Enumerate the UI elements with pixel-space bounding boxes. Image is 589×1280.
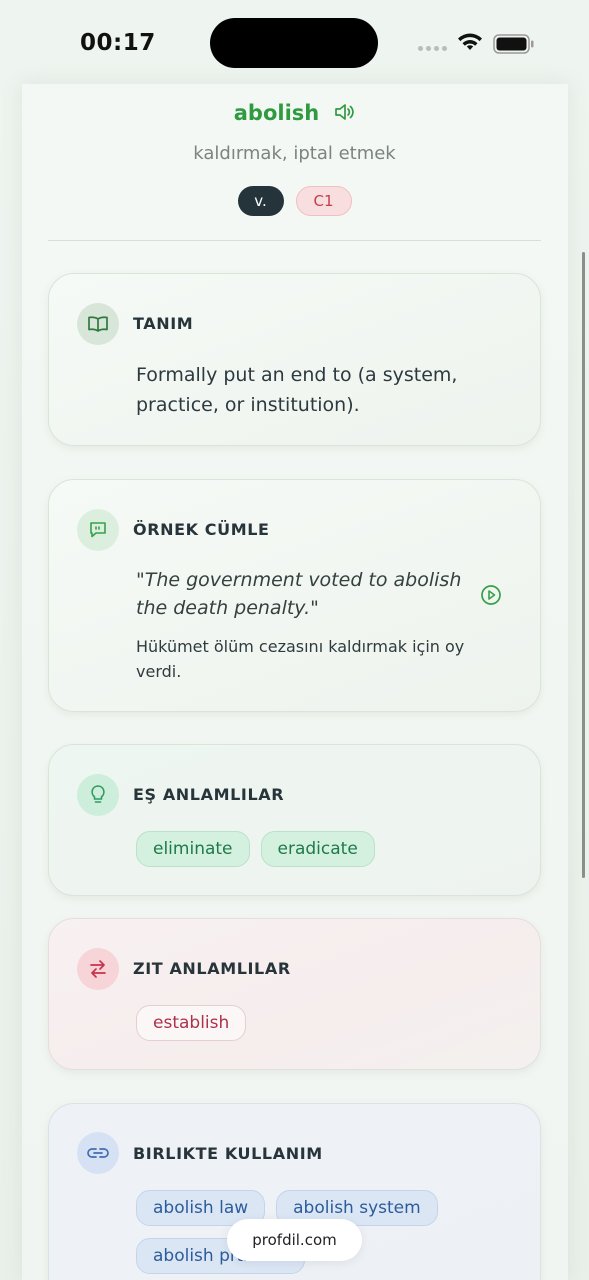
- book-icon: [77, 303, 119, 345]
- word-title: abolish: [233, 101, 320, 125]
- example-translation: Hükümet ölüm cezasını kaldırmak için oy …: [136, 637, 465, 681]
- battery-icon: [493, 34, 534, 54]
- example-card: ÖRNEK CÜMLE "The government voted to abo…: [48, 479, 541, 712]
- level-badge: C1: [295, 186, 352, 216]
- word-header: abolish: [0, 100, 589, 126]
- lightbulb-icon: [77, 774, 119, 816]
- cellular-signal-icon: [418, 46, 447, 51]
- antonyms-card: ZIT ANLAMLILAR establish: [48, 918, 541, 1070]
- antonym-chips: establish: [136, 1005, 516, 1041]
- antonyms-title: ZIT ANLAMLILAR: [133, 959, 291, 978]
- definition-card: TANIM Formally put an end to (a system, …: [48, 273, 541, 446]
- swap-arrows-icon: [77, 948, 119, 990]
- word-translation: kaldırmak, iptal etmek: [193, 143, 396, 164]
- synonym-chip[interactable]: eradicate: [260, 831, 375, 867]
- quote-bubble-icon: [77, 509, 119, 551]
- divider: [48, 240, 541, 241]
- wifi-icon: [458, 33, 482, 50]
- synonyms-title: EŞ ANLAMLILAR: [133, 785, 285, 804]
- word-detail-screen: 00:17 abolish kaldırmak, iptal etmek v. …: [0, 0, 589, 1280]
- dynamic-island: [210, 18, 378, 68]
- word-tags: v. C1: [0, 186, 589, 216]
- antonym-chip[interactable]: establish: [136, 1005, 247, 1041]
- site-toast[interactable]: profdil.com: [227, 1219, 362, 1261]
- example-title: ÖRNEK CÜMLE: [133, 520, 270, 539]
- status-bar: 00:17: [0, 0, 589, 84]
- status-time: 00:17: [80, 30, 156, 56]
- part-of-speech-badge: v.: [237, 186, 284, 216]
- synonyms-card: EŞ ANLAMLILAR eliminate eradicate: [48, 744, 541, 896]
- speaker-icon[interactable]: [333, 102, 355, 126]
- definition-title: TANIM: [133, 314, 194, 333]
- link-icon: [77, 1132, 119, 1174]
- synonym-chip[interactable]: eliminate: [136, 831, 250, 867]
- collocations-title: BIRLIKTE KULLANIM: [133, 1144, 323, 1163]
- scrollbar[interactable]: [582, 252, 585, 878]
- example-sentence: "The government voted to abolish the dea…: [136, 569, 462, 619]
- synonym-chips: eliminate eradicate: [136, 831, 516, 867]
- play-icon[interactable]: [480, 584, 502, 610]
- definition-text: Formally put an end to (a system, practi…: [136, 364, 458, 416]
